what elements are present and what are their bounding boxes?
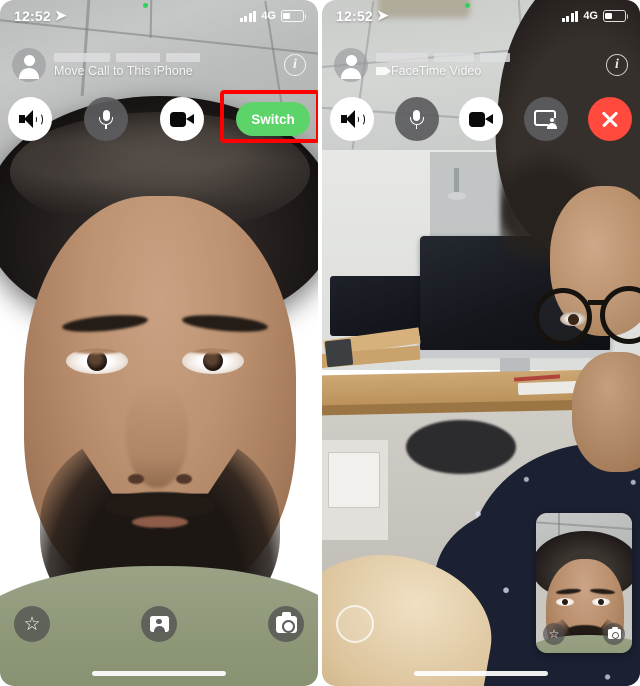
pip-controls: ☆	[536, 621, 632, 647]
info-icon[interactable]: i	[284, 54, 306, 76]
desk-box	[324, 338, 354, 368]
person-portrait-icon	[149, 616, 169, 632]
battery-icon	[281, 10, 307, 22]
imac-chin	[420, 350, 610, 358]
effects-button[interactable]: ☆	[543, 623, 565, 645]
call-subtitle: FaceTime Video	[376, 64, 510, 78]
subject-lips	[132, 516, 188, 528]
speaker-icon	[19, 110, 43, 128]
network-type-label: 4G	[261, 10, 276, 22]
contact-avatar-icon	[12, 48, 46, 82]
switch-button-highlight	[220, 90, 318, 143]
microphone-icon	[96, 109, 116, 129]
effects-button[interactable]: ☆	[14, 606, 50, 642]
status-time: 12:52 ➤	[14, 6, 67, 25]
cellular-bars-icon	[561, 10, 579, 22]
status-bar: 12:52 ➤ 4G	[322, 0, 640, 32]
desk-lamp-head	[448, 192, 466, 200]
contact-name-redacted	[54, 52, 200, 62]
call-subtitle-text: Move Call to This iPhone	[54, 63, 193, 78]
call-header: Move Call to This iPhone i	[0, 42, 318, 88]
pip-iris	[598, 599, 604, 605]
info-icon[interactable]: i	[606, 54, 628, 76]
flip-camera-button[interactable]	[268, 606, 304, 642]
subject-eye-right	[182, 348, 244, 374]
microphone-icon	[407, 109, 427, 129]
cellular-bars-icon	[239, 10, 257, 22]
mute-button[interactable]	[394, 97, 439, 141]
call-controls-row	[322, 93, 640, 145]
self-view-pip[interactable]: ☆	[536, 513, 632, 653]
end-call-button[interactable]	[588, 97, 632, 141]
status-indicators: 4G	[239, 10, 307, 22]
location-arrow-icon: ➤	[376, 6, 389, 23]
video-button[interactable]	[459, 97, 503, 141]
camera-flip-icon	[275, 612, 297, 633]
subject-nostril	[176, 474, 192, 484]
star-effects-icon: ☆	[548, 627, 560, 641]
subject-nose	[126, 384, 188, 488]
mute-button[interactable]	[84, 97, 128, 141]
portrait-button[interactable]	[141, 606, 177, 642]
speaker-button[interactable]	[330, 97, 374, 141]
video-camera-small-icon	[376, 66, 391, 75]
privacy-indicator-dot	[465, 3, 470, 8]
subject-nostril	[128, 474, 144, 484]
speaker-button[interactable]	[8, 97, 52, 141]
subject-soul-patch	[150, 528, 168, 550]
call-subtitle: Move Call to This iPhone	[54, 64, 200, 78]
secondary-monitor	[330, 276, 426, 336]
subject-eyeglasses	[534, 286, 640, 348]
contact-avatar-icon	[334, 48, 368, 82]
subject-eye-left	[66, 348, 128, 374]
pip-iris	[562, 599, 568, 605]
camera-flip-icon	[607, 627, 621, 639]
call-header-text: FaceTime Video	[376, 52, 510, 78]
contact-name-redacted	[376, 52, 510, 62]
phone-screen-left: 12:52 ➤ 4G Move Call to This iPhone i Sw…	[0, 0, 318, 686]
status-time: 12:52 ➤	[336, 6, 389, 25]
video-button[interactable]	[160, 97, 204, 141]
call-subtitle-text: FaceTime Video	[391, 63, 482, 78]
desk-paper	[517, 380, 579, 396]
flip-camera-button[interactable]	[603, 623, 625, 645]
phone-screen-right: 12:52 ➤ 4G FaceTime Video i ☆	[322, 0, 640, 686]
call-header-text: Move Call to This iPhone	[54, 52, 200, 78]
share-screen-button[interactable]	[523, 97, 568, 141]
star-effects-icon: ☆	[23, 613, 41, 635]
network-type-label: 4G	[583, 10, 598, 22]
privacy-indicator-dot	[143, 3, 148, 8]
shutter-button[interactable]	[336, 605, 374, 643]
home-indicator-bar[interactable]	[92, 671, 226, 676]
status-bar: 12:52 ➤ 4G	[0, 0, 318, 32]
dual-screenshot-stage: 12:52 ➤ 4G Move Call to This iPhone i Sw…	[0, 0, 640, 686]
subject-moustache	[104, 492, 216, 518]
home-indicator-bar[interactable]	[414, 671, 548, 676]
status-time-text: 12:52	[336, 8, 373, 24]
bottom-controls-row: ☆	[0, 604, 318, 644]
speaker-icon	[341, 110, 365, 128]
call-header: FaceTime Video i	[322, 42, 640, 88]
subject-cheek	[572, 352, 640, 472]
location-arrow-icon: ➤	[54, 6, 67, 23]
battery-icon	[603, 10, 629, 22]
cabinet-panel	[328, 452, 380, 508]
close-x-icon	[600, 109, 620, 129]
subject-iris	[568, 314, 579, 325]
status-indicators: 4G	[561, 10, 629, 22]
status-time-text: 12:52	[14, 8, 51, 24]
video-camera-icon	[170, 111, 194, 127]
video-camera-icon	[469, 111, 493, 127]
share-screen-icon	[533, 109, 559, 130]
